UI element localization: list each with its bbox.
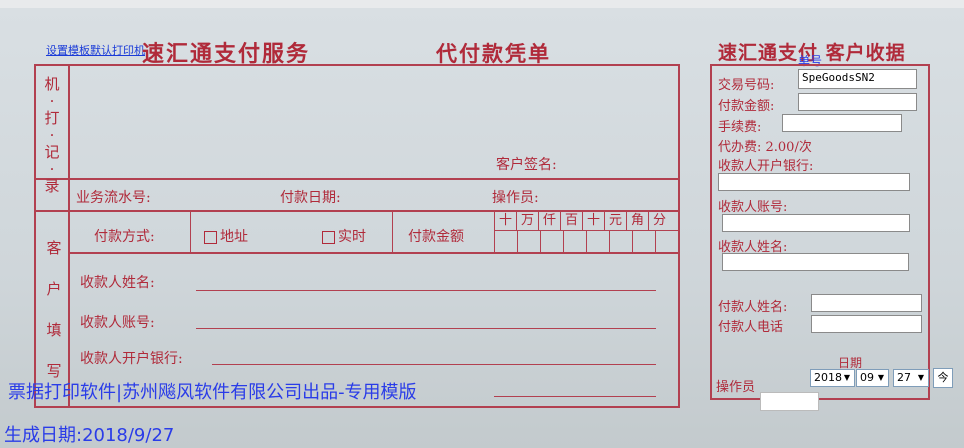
- receipt-pay-amount-field[interactable]: [798, 93, 917, 111]
- receipt-payee-bank-field[interactable]: [718, 173, 910, 191]
- machine-section-label: 机 · 打 · 记 · 录: [44, 75, 60, 195]
- address-checkbox[interactable]: [204, 230, 217, 244]
- pay-method-label: 付款方式:: [94, 229, 155, 245]
- chevron-down-icon: ▼: [877, 373, 885, 382]
- top-strip: [0, 0, 964, 8]
- receipt-operator-field[interactable]: [760, 392, 819, 411]
- fee-label: 手续费:: [718, 120, 762, 135]
- pay-amount-label: 付款金额: [408, 229, 464, 245]
- payer-phone-field[interactable]: [811, 315, 922, 333]
- serial-no-label: 业务流水号:: [76, 190, 151, 206]
- option-address[interactable]: 地址: [204, 226, 248, 246]
- option-realtime[interactable]: 实时: [322, 226, 366, 246]
- payee-name-label: 收款人姓名:: [80, 275, 155, 291]
- payee-bank-label: 收款人开户银行:: [80, 351, 183, 367]
- day-select[interactable]: 27 ▼: [893, 369, 929, 387]
- order-no-label: 单号: [798, 54, 823, 68]
- payer-phone-label: 付款人电话: [718, 320, 784, 335]
- year-select[interactable]: 2018 ▼: [810, 369, 855, 387]
- customer-signature-label: 客户签名:: [496, 157, 557, 173]
- receipt-payee-account-field[interactable]: [722, 214, 910, 232]
- chevron-down-icon: ▼: [843, 373, 851, 382]
- calendar-button[interactable]: 今: [933, 368, 953, 388]
- customer-section-label: 客 户 填 写: [46, 239, 62, 380]
- receipt-payee-account-label: 收款人账号:: [718, 200, 788, 215]
- payee-account-label: 收款人账号:: [80, 315, 155, 331]
- txn-no-label: 交易号码:: [718, 78, 775, 93]
- fee-field[interactable]: [782, 114, 902, 132]
- receipt-operator-label: 操作员: [716, 380, 756, 395]
- amount-digit-header: 十万仟百 十元角分: [494, 211, 670, 231]
- generated-date: 生成日期:2018/9/27: [4, 425, 175, 446]
- agent-fee-label: 代办费: 2.00/次: [718, 140, 812, 155]
- txn-no-field[interactable]: SpeGoodsSN2: [798, 69, 917, 89]
- operator-label: 操作员:: [492, 190, 539, 206]
- receipt-payee-bank-label: 收款人开户银行:: [718, 159, 814, 174]
- realtime-checkbox[interactable]: [322, 230, 335, 244]
- month-select[interactable]: 09 ▼: [856, 369, 889, 387]
- amount-digit-cells: [494, 231, 678, 252]
- pay-date-label: 付款日期:: [280, 190, 341, 206]
- brand-footer: 票据打印软件|苏州飚风软件有限公司出品-专用模版: [8, 382, 417, 403]
- payer-name-field[interactable]: [811, 294, 922, 312]
- calendar-icon: 今: [937, 371, 949, 384]
- set-default-printer-link[interactable]: 设置模板默认打印机: [46, 42, 145, 58]
- receipt-payee-name-field[interactable]: [722, 253, 909, 271]
- receipt-pay-amount-label: 付款金额:: [718, 99, 775, 114]
- payer-name-label: 付款人姓名:: [718, 300, 788, 315]
- chevron-down-icon: ▼: [917, 373, 925, 382]
